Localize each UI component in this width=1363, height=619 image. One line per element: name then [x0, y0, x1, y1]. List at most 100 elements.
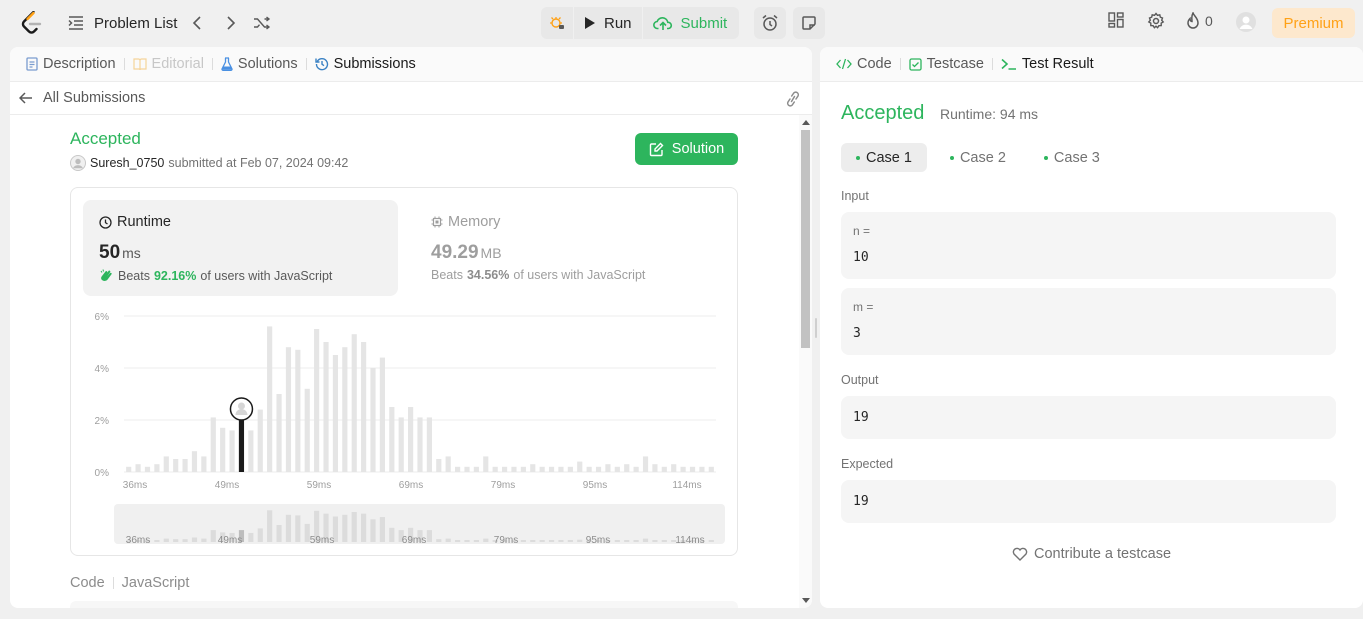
chart-bar [473, 466, 479, 472]
chip-icon [431, 216, 443, 228]
tab-test-result[interactable]: Test Result [997, 56, 1098, 72]
contribute-testcase-button[interactable]: Contribute a testcase [1012, 546, 1171, 562]
chart-bar [229, 430, 235, 472]
chevron-left-icon[interactable] [187, 13, 207, 33]
cloud-upload-icon [652, 15, 673, 31]
chart-minimap-bar [295, 515, 301, 542]
chart-bar [614, 466, 620, 472]
chart-bar [304, 388, 310, 472]
tab-editorial[interactable]: Editorial [129, 56, 208, 72]
chart-bar [389, 407, 395, 472]
chart-bar [689, 466, 696, 472]
chart-minimap-bar [210, 530, 216, 542]
run-button[interactable]: Run [574, 7, 642, 39]
tab-divider [123, 58, 125, 70]
scrollbar-thumb[interactable] [801, 130, 810, 348]
streak-counter[interactable]: 0 [1186, 12, 1213, 30]
output-label: Output [841, 373, 879, 387]
case-1-label: Case 1 [866, 149, 912, 166]
tab-solutions[interactable]: Solutions [217, 56, 302, 72]
case-pass-dot [1043, 155, 1048, 160]
chart-minimap-bar [661, 540, 667, 542]
chart-minimap-bar [154, 540, 160, 542]
memory-stat[interactable]: Memory 49.29 MB Beats 34.56% of users wit… [415, 200, 715, 296]
chart-bar [548, 466, 555, 472]
layout-button[interactable] [1108, 12, 1124, 28]
timer-button[interactable] [754, 7, 786, 39]
list-icon [68, 16, 84, 30]
clock-icon [99, 215, 112, 229]
scroll-down-arrow[interactable] [802, 598, 810, 603]
tab-divider [305, 58, 307, 70]
tab-code[interactable]: Code [832, 56, 896, 72]
layout-grid-icon [1108, 12, 1124, 28]
premium-button[interactable]: Premium [1272, 8, 1355, 38]
chart-minimap-bar [257, 528, 263, 542]
chart-minimap-tick: 49ms [218, 535, 242, 546]
case-tab-1[interactable]: Case 1 [841, 143, 927, 172]
performance-card: Runtime 50 ms Beats 92.16% of users with … [70, 187, 738, 556]
input-n-box[interactable]: n = 10 [841, 212, 1336, 279]
scrollbar[interactable] [799, 115, 812, 608]
memory-unit: MB [480, 245, 502, 261]
settings-button[interactable] [1147, 12, 1165, 30]
tab-description[interactable]: Description [22, 56, 120, 72]
tab-testcase[interactable]: Testcase [905, 56, 988, 72]
chart-y-tick: 0% [95, 468, 110, 479]
arrow-left-icon [19, 92, 33, 104]
shuffle-icon[interactable] [252, 13, 272, 33]
notes-button[interactable] [793, 7, 825, 39]
input-m-box[interactable]: m = 3 [841, 288, 1336, 355]
case-tab-2[interactable]: Case 2 [935, 143, 1021, 172]
chart-bar [661, 466, 667, 472]
leetcode-logo[interactable] [21, 11, 43, 35]
chart-bar [398, 417, 404, 472]
chart-minimap-bar [173, 539, 179, 542]
case-tab-3[interactable]: Case 3 [1029, 143, 1115, 172]
code-block [70, 601, 738, 608]
chart-bar [483, 456, 489, 472]
chart-x-tick: 79ms [491, 480, 515, 491]
heart-icon [1012, 547, 1028, 561]
tab-submissions[interactable]: Submissions [311, 56, 420, 72]
chart-bar [342, 347, 348, 472]
problem-list-button[interactable]: Problem List [68, 12, 177, 34]
chart-bar [332, 355, 339, 472]
history-icon [314, 57, 329, 71]
runtime-beats-percent: 92.16% [153, 268, 197, 283]
chart-minimap-bar [642, 538, 649, 542]
streak-count: 0 [1205, 13, 1213, 29]
submission-status: Accepted [70, 129, 141, 148]
submit-button[interactable]: Submit [642, 7, 740, 39]
avatar[interactable] [1236, 12, 1256, 32]
chevron-right-icon[interactable] [221, 13, 241, 33]
chart-bar [558, 466, 564, 472]
memory-beats-suffix: of users with JavaScript [513, 268, 646, 282]
scroll-up-arrow[interactable] [802, 120, 810, 125]
link-icon[interactable] [784, 91, 802, 107]
chart-minimap-bar [577, 539, 583, 542]
submitter-username[interactable]: Suresh_0750 [90, 156, 164, 170]
memory-beats-percent: 34.56% [466, 268, 510, 282]
runtime-stat[interactable]: Runtime 50 ms Beats 92.16% of users with … [83, 200, 398, 296]
bug-lock-icon [549, 15, 565, 31]
chart-bar [370, 368, 376, 472]
all-submissions-link[interactable]: All Submissions [10, 82, 812, 115]
runtime-distribution-chart[interactable]: 6% 4% 2% 0% 36ms 49ms 59ms 69ms 79ms 95ms 114ms 36m… [71, 308, 737, 553]
chart-bar [426, 417, 432, 472]
debug-button[interactable] [541, 7, 573, 39]
chart-minimap-bar [379, 517, 385, 542]
tab-code-label: Code [857, 56, 892, 72]
expected-box[interactable]: 19 [841, 480, 1336, 523]
solution-label: Solution [671, 141, 725, 157]
output-box[interactable]: 19 [841, 396, 1336, 439]
chart-minimap-bar [342, 514, 348, 542]
chart-bar [323, 342, 329, 472]
chart-x-tick: 95ms [583, 480, 607, 491]
chart-bar [642, 456, 649, 472]
solution-button[interactable]: Solution [635, 133, 738, 165]
input-m-name: m = [853, 300, 874, 314]
expected-label: Expected [841, 457, 894, 471]
panel-resize-handle[interactable] [815, 318, 817, 338]
chart-minimap-bar [473, 540, 479, 542]
